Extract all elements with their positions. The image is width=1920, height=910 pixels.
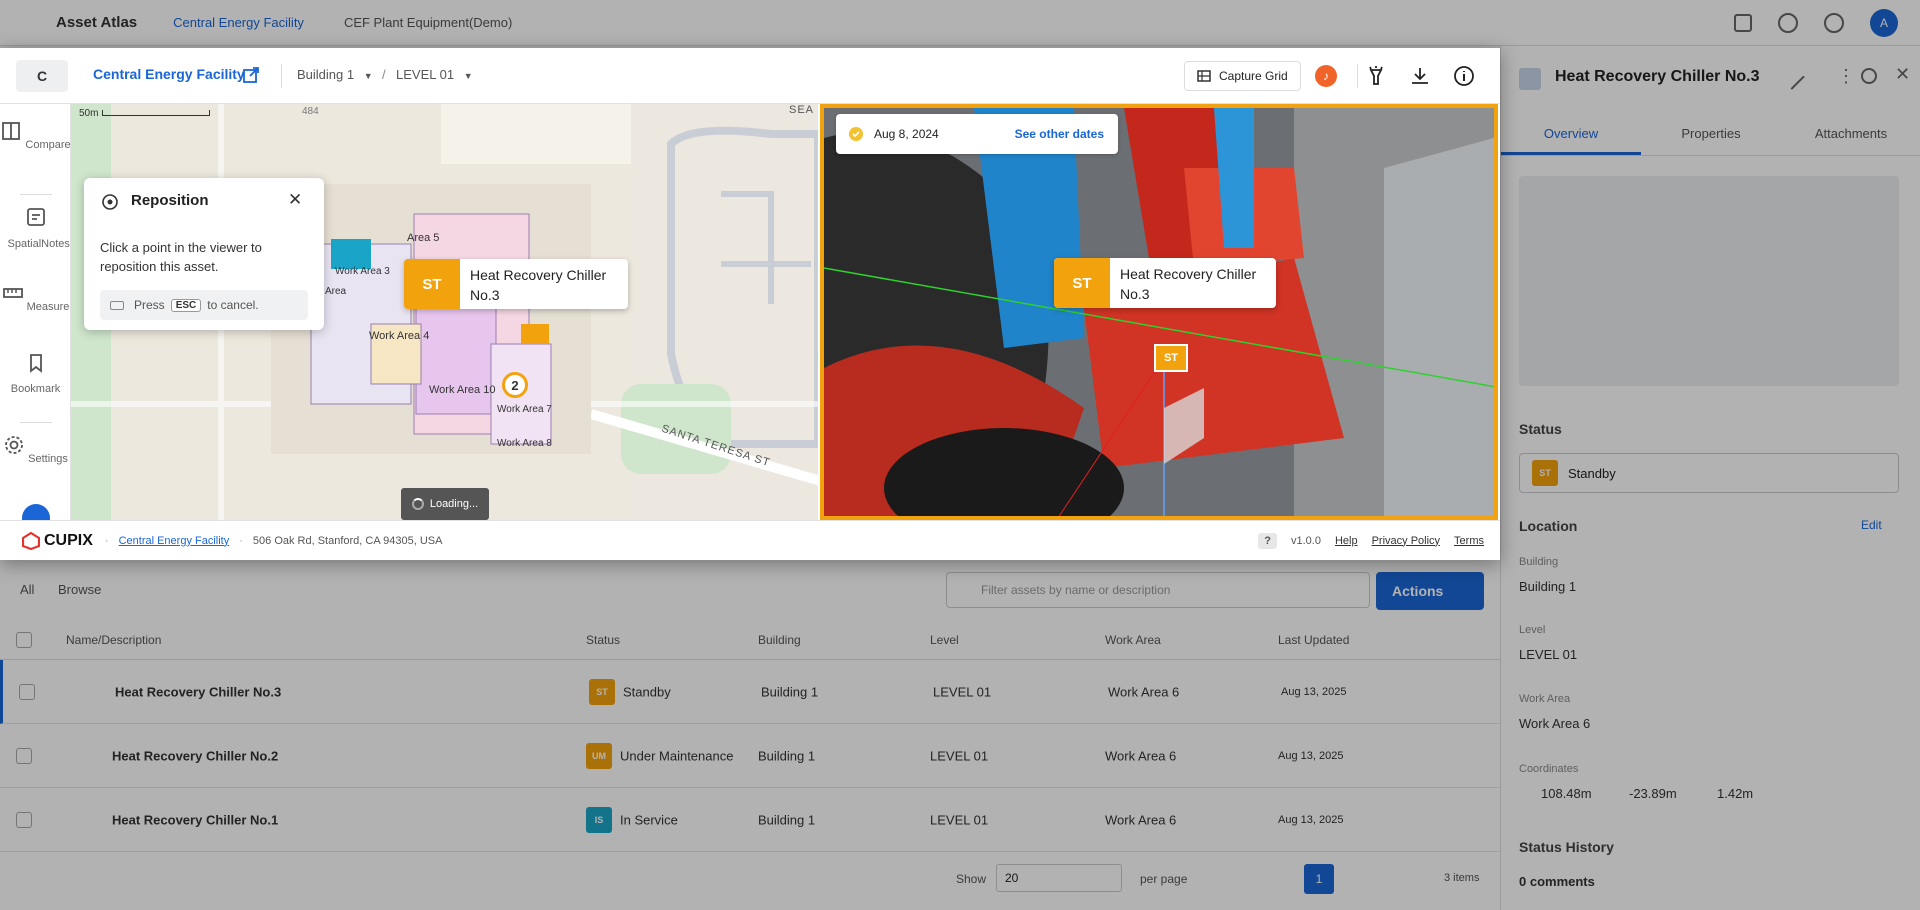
dropdown-caret-icon: ▼ <box>463 71 473 81</box>
area-label: Work Area 7 <box>497 404 552 415</box>
esc-hint-cancel: to cancel. <box>207 298 259 312</box>
reposition-instructions: Click a point in the viewer to repositio… <box>100 240 262 274</box>
gear-icon <box>5 436 23 454</box>
area-label: Work Area 4 <box>369 330 430 342</box>
tool-spatialnotes[interactable]: SpatialNotes <box>0 206 71 251</box>
header-divider <box>281 64 282 88</box>
note-icon <box>26 208 45 226</box>
reposition-popup: Reposition ✕ Click a point in the viewer… <box>84 178 324 330</box>
pano-image[interactable] <box>824 108 1498 520</box>
area-label: Work Area 10 <box>429 384 496 396</box>
rail-divider <box>20 194 52 195</box>
breadcrumb-separator: / <box>382 67 386 82</box>
footer-version: v1.0.0 <box>1290 534 1321 547</box>
esc-key: ESC <box>170 298 202 312</box>
tool-label: Measure <box>26 301 70 313</box>
area-label: Work Area 8 <box>497 438 552 449</box>
loading-label: Loading... <box>429 498 479 510</box>
tool-label: SpatialNotes <box>7 238 70 250</box>
loading-indicator: Loading... <box>401 488 489 520</box>
cupix-logo-text: CUPIX <box>44 531 93 549</box>
cupix-logo: CUPIX <box>22 531 93 550</box>
tool-compare[interactable]: Compare <box>0 120 71 151</box>
esc-hint: Press ESC to cancel. <box>100 290 308 320</box>
flashlight-icon[interactable] <box>1364 64 1388 88</box>
asset-name-label: Heat Recovery Chiller No.3 <box>1110 258 1270 308</box>
asset-name-line: No.3 <box>470 287 500 303</box>
bookmark-icon <box>29 354 42 373</box>
capture-date-icon <box>849 127 863 141</box>
footer-terms-link[interactable]: Terms <box>1454 535 1484 547</box>
cupix-logo-icon <box>22 531 40 550</box>
see-other-dates-link[interactable]: See other dates <box>1015 127 1104 141</box>
asset-status-badge: ST <box>404 259 460 309</box>
capture-grid-button[interactable]: Capture Grid <box>1184 61 1301 91</box>
level-dropdown-label: LEVEL 01 <box>396 67 455 82</box>
footer-project-link[interactable]: Central Energy Facility <box>119 535 230 547</box>
pano-asset-tag[interactable]: ST Heat Recovery Chiller No.3 <box>1054 258 1276 308</box>
tool-settings[interactable]: Settings <box>0 434 71 465</box>
viewer-modal: C Central Energy Facility Building 1 ▼ /… <box>0 48 1500 560</box>
close-icon[interactable]: ✕ <box>288 190 302 210</box>
area-label: Area <box>325 286 347 297</box>
area-label: Area 5 <box>407 232 440 244</box>
info-icon[interactable] <box>1452 64 1476 88</box>
c-button[interactable]: C <box>16 60 68 92</box>
map-number: 484 <box>302 106 319 117</box>
pano-viewer[interactable]: ST Aug 8, 2024 See other dates ST Heat R… <box>820 104 1498 520</box>
footer-privacy-link[interactable]: Privacy Policy <box>1372 535 1440 547</box>
cupix-ai-icon[interactable]: ♪ <box>1314 64 1338 88</box>
tool-label: Compare <box>25 139 71 151</box>
map-asset-tag[interactable]: ST Heat Recovery Chiller No.3 <box>404 259 628 309</box>
esc-hint-press: Press <box>134 298 165 312</box>
building-dropdown[interactable]: Building 1 ▼ <box>297 67 373 82</box>
area-label: Work Area 3 <box>335 266 390 277</box>
asset-name-line: Heat Recovery Chiller <box>1120 266 1257 282</box>
scale-bar <box>102 110 211 116</box>
building-dropdown-label: Building 1 <box>297 67 355 82</box>
rail-divider <box>20 422 52 423</box>
compare-icon <box>2 122 21 140</box>
asset-name-line: No.3 <box>1120 286 1150 302</box>
level-dropdown[interactable]: LEVEL 01 ▼ <box>396 67 473 82</box>
cluster-count-marker[interactable]: 2 <box>502 372 528 398</box>
spinner-icon <box>411 498 424 510</box>
download-icon[interactable] <box>1408 64 1432 88</box>
external-link-icon[interactable] <box>242 66 260 84</box>
asset-name-label: Heat Recovery Chiller No.3 <box>460 259 620 309</box>
capture-date: Aug 8, 2024 <box>874 127 939 141</box>
asset-name-line: Heat Recovery Chiller <box>470 267 607 283</box>
footer-address: 506 Oak Rd, Stanford, CA 94305, USA <box>252 534 443 547</box>
tool-measure[interactable]: Measure <box>0 282 71 313</box>
map-scale: 50m <box>79 108 211 119</box>
tool-rail: Compare SpatialNotes Measure Bookmark Se… <box>0 104 71 520</box>
footer-help-link[interactable]: Help <box>1335 535 1358 547</box>
footer-dot: · <box>104 534 109 547</box>
user-avatar[interactable] <box>22 504 50 520</box>
viewer-project-title[interactable]: Central Energy Facility <box>93 66 245 82</box>
capture-date-bar: Aug 8, 2024 See other dates <box>836 114 1118 154</box>
scale-label: 50m <box>79 108 99 119</box>
tool-label: Bookmark <box>10 383 61 395</box>
viewer-footer: CUPIX · Central Energy Facility · 506 Oa… <box>0 520 1500 560</box>
capture-grid-icon <box>1197 70 1211 82</box>
capture-grid-label: Capture Grid <box>1219 69 1288 83</box>
header-divider <box>1357 64 1358 88</box>
ruler-icon <box>2 288 23 298</box>
tool-bookmark[interactable]: Bookmark <box>0 352 71 395</box>
pano-asset-marker[interactable]: ST <box>1154 344 1188 372</box>
footer-dot: · <box>239 534 243 547</box>
tool-label: Settings <box>28 453 68 465</box>
footer-help-icon[interactable]: ? <box>1258 532 1277 549</box>
keyboard-icon <box>110 300 124 310</box>
target-icon <box>102 194 118 210</box>
asset-status-badge: ST <box>1054 258 1110 308</box>
viewer-header: C Central Energy Facility Building 1 ▼ /… <box>0 48 1500 104</box>
reposition-title: Reposition <box>131 192 209 209</box>
street-label: SEA <box>789 104 815 116</box>
dropdown-caret-icon: ▼ <box>363 71 373 81</box>
